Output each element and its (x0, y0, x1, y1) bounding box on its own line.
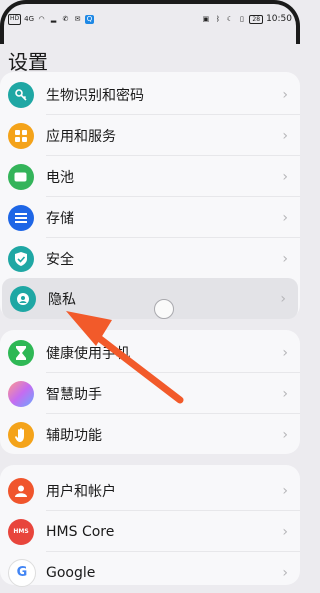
chevron-right-icon: › (282, 250, 288, 267)
call-icon: ✆ (62, 14, 69, 23)
nfc-icon: ▣ (202, 14, 210, 23)
user-icon (8, 477, 34, 504)
settings-item-label: 用户和帐户 (46, 483, 116, 500)
chevron-right-icon: › (282, 127, 288, 144)
status-right: ▣ ᛒ ☾ ▯ 28 10:50 (201, 14, 292, 24)
wifi-icon: ◠ (38, 14, 45, 23)
settings-item-apps[interactable]: 应用和服务 › (0, 115, 300, 156)
battery-indicator: 28 (249, 14, 264, 24)
hand-icon (8, 421, 34, 448)
touch-indicator (154, 299, 174, 319)
settings-group: 用户和帐户 › HMS HMS Core › G Google › (0, 465, 300, 587)
assistant-icon (8, 380, 34, 407)
settings-item-digital-balance[interactable]: 健康使用手机 › (0, 332, 300, 373)
settings-item-users-accounts[interactable]: 用户和帐户 › (0, 470, 300, 511)
settings-item-biometrics[interactable]: 生物识别和密码 › (0, 74, 300, 115)
settings-item-assistant[interactable]: 智慧助手 › (0, 373, 300, 414)
settings-item-label: 电池 (46, 169, 74, 186)
settings-item-security[interactable]: 安全 › (0, 238, 300, 279)
chevron-right-icon: › (282, 426, 288, 443)
signal-icon: ▂ (50, 14, 57, 23)
battery-icon (8, 163, 34, 190)
app-notification-icon: Q (85, 14, 95, 24)
hourglass-icon (8, 339, 34, 366)
status-left: HD 4G ◠ ▂ ✆ ✉ Q (8, 13, 95, 25)
cellular-icon: 4G (24, 14, 35, 23)
chevron-right-icon: › (282, 86, 288, 103)
hms-icon: HMS (8, 518, 34, 545)
settings-item-label: 存储 (46, 210, 74, 227)
vibrate-icon: ▯ (239, 14, 244, 23)
settings-item-label: 健康使用手机 (46, 345, 130, 362)
settings-item-privacy[interactable]: 隐私 › (2, 278, 298, 319)
settings-group: 健康使用手机 › 智慧助手 › 辅助功能 › (0, 330, 300, 454)
settings-item-label: 辅助功能 (46, 427, 102, 444)
privacy-icon (10, 285, 36, 312)
chevron-right-icon: › (282, 385, 288, 402)
apps-icon (8, 122, 34, 149)
shield-check-icon (8, 245, 34, 272)
chevron-right-icon: › (282, 482, 288, 499)
settings-item-label: 生物识别和密码 (46, 87, 144, 104)
settings-item-label: HMS Core (46, 523, 115, 540)
settings-item-label: 智慧助手 (46, 386, 102, 403)
key-icon (8, 81, 34, 108)
settings-item-hms-core[interactable]: HMS HMS Core › (0, 511, 300, 552)
storage-icon (8, 204, 34, 231)
hd-icon: HD (8, 13, 22, 25)
settings-item-label: 隐私 (48, 291, 76, 308)
page-title: 设置 (8, 50, 48, 74)
moon-icon: ☾ (226, 14, 234, 23)
status-bar: HD 4G ◠ ▂ ✆ ✉ Q ▣ ᛒ ☾ ▯ 28 10:50 (8, 12, 292, 26)
settings-item-accessibility[interactable]: 辅助功能 › (0, 414, 300, 455)
settings-item-storage[interactable]: 存储 › (0, 197, 300, 238)
settings-item-battery[interactable]: 电池 › (0, 156, 300, 197)
settings-item-label: 应用和服务 (46, 128, 116, 145)
chevron-right-icon: › (282, 523, 288, 540)
clock: 10:50 (266, 14, 292, 24)
chevron-right-icon: › (282, 344, 288, 361)
chevron-right-icon: › (282, 209, 288, 226)
device-frame-top (30, 0, 270, 4)
settings-group: 生物识别和密码 › 应用和服务 › 电池 › 存储 › 安全 › 隐私 › (0, 72, 300, 319)
bluetooth-icon: ᛒ (215, 14, 221, 23)
message-icon: ✉ (74, 14, 81, 23)
chevron-right-icon: › (280, 290, 286, 307)
chevron-right-icon: › (282, 168, 288, 185)
settings-item-label: 安全 (46, 251, 74, 268)
